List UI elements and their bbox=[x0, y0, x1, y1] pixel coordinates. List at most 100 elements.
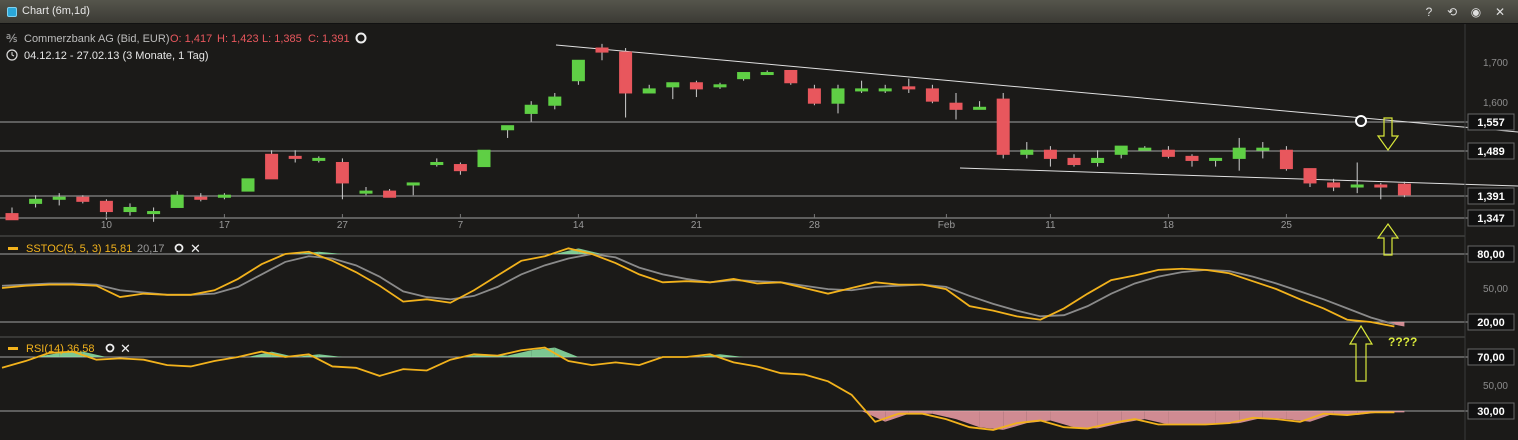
arrow-up-annotation-large bbox=[1348, 324, 1374, 382]
settings-icon[interactable]: ◉ bbox=[1468, 4, 1484, 20]
candle-up bbox=[1232, 147, 1246, 159]
stoch-close-icon: ✕ bbox=[190, 241, 201, 256]
trendline-lower bbox=[959, 167, 1518, 187]
candle-down bbox=[619, 51, 633, 94]
window-app-icon bbox=[7, 7, 17, 17]
rsi-overbought-fill bbox=[720, 354, 744, 357]
stoch-legend-swatch bbox=[8, 247, 18, 250]
stoch-signal-value: 20,17 bbox=[137, 243, 165, 255]
stoch-d-line bbox=[1, 253, 1395, 326]
window-title: Chart (6m,1d) bbox=[22, 5, 90, 17]
reset-icon[interactable]: ⟲ bbox=[1444, 4, 1460, 20]
date-tick-label: 27 bbox=[337, 220, 349, 231]
candle-down bbox=[1303, 168, 1317, 184]
candle-down bbox=[689, 82, 703, 90]
candle-down bbox=[383, 190, 397, 198]
candle-up bbox=[1209, 157, 1223, 161]
rsi-oversold-fill bbox=[979, 411, 1004, 430]
candle-up bbox=[241, 178, 255, 192]
axes-layer: 1,557 1,489 1,391 1,347 1,700 1,600 10 17 27 7 14 2… bbox=[0, 24, 1515, 440]
candle-up bbox=[359, 190, 373, 194]
candle-down bbox=[996, 98, 1010, 155]
candle-down bbox=[194, 196, 208, 200]
candle-down bbox=[595, 47, 609, 53]
candle-down bbox=[949, 102, 963, 110]
candle-up bbox=[29, 198, 43, 204]
ohlc-readout: O: 1,417 H: 1,423 L: 1,385 C: 1,391 bbox=[170, 33, 350, 45]
candle-up bbox=[501, 125, 515, 131]
candle-down bbox=[1397, 183, 1411, 196]
rsi-label: RSI(14) 36,58 bbox=[26, 343, 94, 355]
price-pane bbox=[0, 43, 1518, 222]
candle-up bbox=[831, 88, 845, 104]
stoch-label: SSTOC(5, 5, 3) 15,81 bbox=[26, 243, 132, 255]
candle-down bbox=[1279, 149, 1293, 170]
rsi-oversold-fill bbox=[1239, 411, 1263, 424]
rsi-legend-swatch bbox=[8, 347, 18, 350]
candle-down bbox=[265, 153, 279, 180]
candle-up bbox=[737, 72, 751, 80]
stoch-badge-label: 20,00 bbox=[1477, 317, 1505, 329]
date-tick-label: 10 bbox=[101, 220, 113, 231]
candle-up bbox=[666, 82, 680, 88]
date-range-label: 04.12.12 - 27.02.13 (3 Monate, 1 Tag) bbox=[24, 50, 208, 62]
close-icon[interactable]: ✕ bbox=[1492, 4, 1508, 20]
rsi-oversold-fill bbox=[1168, 411, 1192, 425]
window-titlebar[interactable]: Chart (6m,1d) ? ⟲ ◉ ✕ bbox=[0, 0, 1518, 24]
candle-up bbox=[1350, 184, 1364, 188]
rsi-badge-label: 30,00 bbox=[1477, 406, 1505, 418]
date-tick-label: 17 bbox=[219, 220, 231, 231]
candle-down bbox=[335, 161, 349, 184]
rsi-oversold-fill bbox=[1192, 411, 1216, 425]
candle-down bbox=[1327, 182, 1341, 188]
candle-down bbox=[453, 164, 467, 172]
date-tick-label: 25 bbox=[1281, 220, 1293, 231]
question-annotation: ???? bbox=[1388, 335, 1417, 349]
stoch-overbought-fill bbox=[318, 251, 343, 254]
chart-canvas[interactable]: ℁ Commerzbank AG (Bid, EUR) O: 1,417 H: 1… bbox=[0, 24, 1518, 440]
candle-up bbox=[1256, 147, 1270, 151]
candle-up bbox=[430, 161, 444, 166]
candle-up bbox=[713, 84, 727, 88]
date-tick-label: Feb bbox=[938, 220, 956, 231]
arrow-up-annotation bbox=[1376, 222, 1400, 256]
instrument-label: Commerzbank AG (Bid, EUR) bbox=[24, 33, 169, 45]
candle-down bbox=[925, 88, 939, 102]
candle-up bbox=[217, 194, 231, 198]
date-tick-label: 14 bbox=[573, 220, 585, 231]
ohlc-o: O: 1,417 bbox=[170, 33, 212, 45]
candle-up bbox=[642, 88, 656, 94]
ohlc-l: L: 1,385 bbox=[262, 33, 302, 45]
candle-down bbox=[1161, 149, 1175, 157]
clock-hands bbox=[11, 52, 15, 57]
stoch-settings-icon bbox=[174, 243, 184, 253]
rsi-oversold-fill bbox=[1074, 411, 1098, 429]
candle-up bbox=[855, 88, 869, 92]
rsi-oversold-fill bbox=[1003, 411, 1027, 430]
candle-up bbox=[147, 211, 161, 215]
candle-up bbox=[571, 59, 585, 82]
candle-up bbox=[312, 157, 326, 161]
help-icon[interactable]: ? bbox=[1421, 4, 1437, 20]
rsi-tick-label: 50,00 bbox=[1483, 381, 1508, 392]
candle-up bbox=[973, 106, 987, 110]
price-badge-label: 1,391 bbox=[1477, 191, 1505, 203]
date-tick-label: 11 bbox=[1045, 220, 1056, 231]
price-badge-label: 1,347 bbox=[1477, 213, 1505, 225]
candle-up bbox=[524, 104, 538, 114]
stoch-tick-label: 50,00 bbox=[1483, 284, 1508, 295]
candle-up bbox=[406, 182, 420, 186]
candle-down bbox=[1185, 155, 1199, 161]
instrument-settings-icon[interactable] bbox=[355, 32, 367, 44]
price-badge-label: 1,489 bbox=[1477, 146, 1505, 158]
candle-down bbox=[784, 69, 798, 84]
trendline-handle bbox=[1355, 115, 1367, 127]
price-tick-label: 1,700 bbox=[1483, 58, 1508, 69]
rsi-settings-icon bbox=[105, 343, 115, 353]
stochastic-pane bbox=[0, 247, 1468, 328]
candle-up bbox=[548, 96, 562, 106]
candle-up bbox=[1138, 147, 1152, 151]
candle-down bbox=[902, 86, 916, 90]
candle-up bbox=[477, 149, 491, 168]
rsi-pane bbox=[0, 346, 1468, 431]
